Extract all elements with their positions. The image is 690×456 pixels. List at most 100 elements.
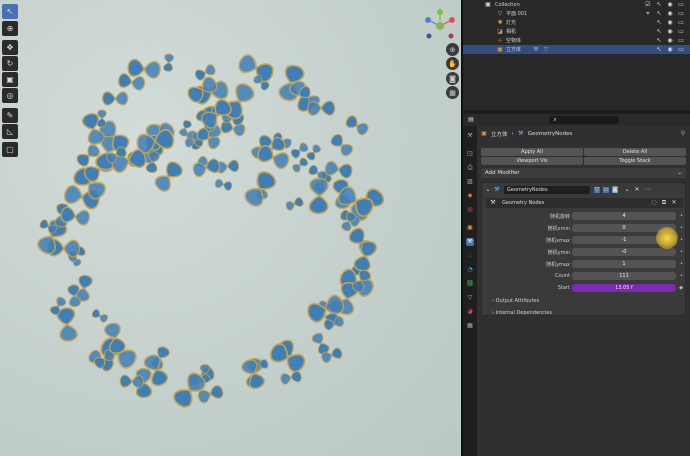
grid-icon[interactable]: ▦	[446, 86, 459, 99]
zoom-icon[interactable]: ⊕	[446, 43, 459, 56]
outliner-item-label: Collection	[495, 1, 520, 8]
outliner: ▣ Collection ☑ ↖ ◉ ▭ ▽ 平面.001 ⌖ ↖ ◉ ▭ ✺ 灯光 ↖ ◉ ▭…	[463, 0, 690, 110]
move-tool-icon[interactable]: ✥	[2, 40, 18, 55]
keyframe-dot-icon[interactable]: •	[680, 261, 683, 267]
properties-search-input[interactable]: ⌕	[549, 116, 619, 124]
outliner-row[interactable]: ▣ Collection ☑ ↖ ◉ ▭	[463, 0, 690, 9]
add-cube-tool-icon[interactable]: ▢	[2, 142, 18, 157]
right-panel: ▣ Collection ☑ ↖ ◉ ▭ ▽ 平面.001 ⌖ ↖ ◉ ▭ ✺ 灯光 ↖ ◉ ▭…	[463, 0, 690, 456]
input-row: 随机xmax -1 •	[486, 236, 683, 244]
texture-tab-icon[interactable]: ▦	[466, 322, 474, 330]
butterfly	[290, 142, 309, 159]
collapse-chevron-icon[interactable]: ⌄	[485, 187, 491, 193]
constraints-tab-icon[interactable]: ⛓	[466, 280, 474, 288]
object-tab-icon[interactable]: ▣	[466, 224, 474, 232]
output-attributes-section[interactable]: › Output Attributes	[492, 298, 539, 304]
butterfly	[311, 332, 330, 355]
viewport-toggle-icon[interactable]: ▭	[603, 187, 609, 193]
unlink-icon[interactable]: ✕	[671, 200, 677, 206]
toggle-stack-button[interactable]: Toggle Stack	[584, 157, 686, 165]
outliner-row[interactable]: ▽ 平面.001 ⌖ ↖ ◉ ▭	[463, 9, 690, 18]
butterfly-ring-render	[37, 53, 385, 408]
edit-mode-toggle-icon[interactable]: ▽	[594, 187, 600, 193]
input-field[interactable]: 1	[572, 260, 676, 268]
modifier-tab-icon[interactable]: ⚒	[466, 238, 474, 246]
outliner-row[interactable]: ⊹ 空物体 ↖ ◉ ▭	[463, 36, 690, 45]
butterfly	[244, 171, 277, 207]
butterfly	[119, 374, 144, 389]
tool-tab-icon[interactable]: ⚒	[466, 132, 474, 140]
outliner-row[interactable]: ◪ 相机 ↖ ◉ ▭	[463, 27, 690, 36]
measure-tool-icon[interactable]: ◺	[2, 124, 18, 139]
3d-viewport[interactable]: ↖ ⊕ ✥ ↻ ▣ ◎ ✎ ◺ ▢ ⊕ ✋ ◙ ▦	[0, 0, 461, 456]
cursor-tool-icon[interactable]: ⊕	[2, 21, 18, 36]
scale-tool-icon[interactable]: ▣	[2, 72, 18, 87]
transform-tool-icon[interactable]: ◎	[2, 88, 18, 103]
keyframe-icon[interactable]: ◆	[679, 285, 683, 291]
render-toggle-icon[interactable]: ◙	[612, 187, 618, 193]
input-label: 随机ymin	[547, 249, 570, 256]
modifier-name-field[interactable]: GeometryNodes	[504, 186, 590, 194]
delete-all-button[interactable]: Delete All	[584, 148, 686, 156]
geometry-nodes-icon: ⚒	[494, 186, 500, 193]
input-row: 随机旋转 4 •	[486, 212, 683, 220]
internal-dependencies-section[interactable]: › Internal Dependencies	[492, 310, 552, 316]
viewport-vis-button[interactable]: Viewport Vis	[481, 157, 583, 165]
input-label: Start	[557, 285, 570, 291]
butterfly	[214, 178, 233, 191]
data-tab-icon[interactable]: ▽	[466, 294, 474, 302]
keyframe-dot-icon[interactable]: •	[680, 249, 683, 255]
add-modifier-dropdown[interactable]: Add Modifier ⌄	[481, 168, 686, 178]
keyframe-dot-icon[interactable]: •	[680, 213, 683, 219]
navigation-gizmo[interactable]	[420, 6, 460, 46]
select-tool-icon[interactable]: ↖	[2, 4, 18, 19]
input-field[interactable]: 4	[572, 212, 676, 220]
butterfly	[163, 53, 174, 72]
fake-user-shield-icon[interactable]: ◌	[651, 200, 657, 206]
drag-handle-icon[interactable]: ⋯	[645, 187, 651, 193]
scene-tab-icon[interactable]: ◆	[466, 192, 474, 200]
outliner-row-selected[interactable]: ▣ 立方体 ⚒ ▽ ↖ ◉ ▭	[463, 45, 690, 54]
rotate-tool-icon[interactable]: ↻	[2, 56, 18, 71]
input-field[interactable]: -0	[572, 248, 676, 256]
keyframe-dot-icon[interactable]: •	[680, 225, 683, 231]
duplicate-icon[interactable]: ⧉	[661, 200, 667, 206]
hand-icon[interactable]: ✋	[446, 57, 459, 70]
input-label: 随机xmin	[547, 225, 570, 232]
camera-icon[interactable]: ◙	[446, 72, 459, 85]
input-label: Count	[555, 273, 570, 279]
keyframe-dot-icon[interactable]: •	[680, 273, 683, 279]
butterfly	[280, 370, 302, 385]
input-row: 随机ymin -0 •	[486, 248, 683, 256]
butterfly	[127, 58, 161, 79]
outliner-item-label: 立方体	[506, 47, 522, 53]
world-tab-icon[interactable]: ◍	[466, 206, 474, 214]
input-row: Start 13.05 f ◆	[486, 284, 683, 292]
pin-icon[interactable]: ⚲	[680, 131, 686, 137]
input-field-keyed[interactable]: 13.05 f	[572, 284, 676, 292]
chevron-right-icon: ›	[511, 131, 514, 137]
particles-tab-icon[interactable]: ∴	[466, 252, 474, 260]
input-field[interactable]: 111	[572, 272, 676, 280]
annotate-tool-icon[interactable]: ✎	[2, 108, 18, 123]
output-tab-icon[interactable]: ⎙	[466, 164, 474, 172]
empty-icon: ⊹	[497, 36, 503, 44]
keyframe-dot-icon[interactable]: •	[680, 237, 683, 243]
row-toggles[interactable]: ☑ ↖ ◉ ▭	[645, 1, 684, 8]
butterfly	[308, 177, 329, 215]
dropdown-chevron-icon[interactable]: ⌄	[624, 187, 630, 193]
editor-type-icon[interactable]: ▤	[468, 117, 474, 123]
render-tab-icon[interactable]: ◳	[466, 150, 474, 158]
apply-all-button[interactable]: Apply All	[481, 148, 583, 156]
view-layer-tab-icon[interactable]: ▨	[466, 178, 474, 186]
input-row: 随机xmin 0 •	[486, 224, 683, 232]
outliner-row[interactable]: ✺ 灯光 ↖ ◉ ▭	[463, 18, 690, 27]
butterfly	[307, 100, 336, 116]
physics-tab-icon[interactable]: ◔	[466, 266, 474, 274]
close-icon[interactable]: ✕	[634, 187, 640, 193]
butterfly	[102, 91, 129, 106]
properties-tabs: ⚒ ◳ ⎙ ▨ ◆ ◍ ▣ ⚒ ∴ ◔ ⛓ ▽ ◕ ▦	[463, 126, 477, 456]
node-group-selector[interactable]: ⚒ Geometry Nodes ◌ ⧉ ✕	[486, 198, 683, 208]
material-tab-icon[interactable]: ◕	[466, 308, 474, 316]
butterfly	[285, 197, 304, 211]
